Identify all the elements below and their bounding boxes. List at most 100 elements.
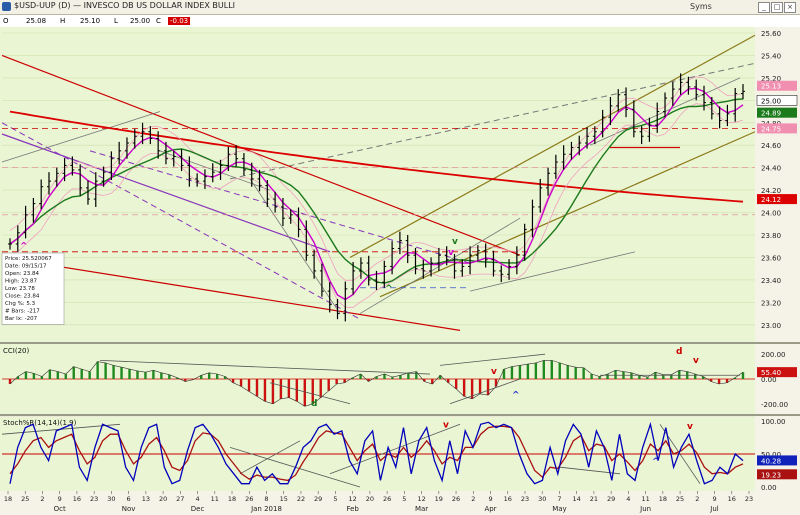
quote-open-value: 25.08 [26, 17, 47, 25]
info-box-line: Date: 09/15/17 [5, 264, 47, 270]
price-marker-v-magenta: v [448, 248, 454, 258]
x-day-label: 2 [471, 495, 475, 503]
x-day-label: 16 [504, 495, 512, 503]
stoch-k-value-text: 40.28 [761, 457, 781, 465]
info-box-line: Chg %: 5.3 [5, 301, 36, 307]
quote-low-value: 25.00 [130, 17, 151, 25]
x-day-label: 4 [195, 495, 199, 503]
x-day-label: 20 [159, 495, 167, 503]
price-label-text: 25.00 [761, 97, 781, 105]
x-month-label: Dec [191, 505, 205, 513]
x-day-label: 19 [435, 495, 443, 503]
x-day-label: 30 [538, 495, 546, 503]
info-box-line: Price: 25.520067 [5, 256, 52, 262]
price-marker-caret-magenta: ^ [20, 241, 28, 251]
x-day-label: 5 [402, 495, 406, 503]
quote-low-label: L [114, 17, 118, 25]
x-day-label: 23 [90, 495, 98, 503]
cci-value-text: 55.40 [761, 369, 781, 377]
x-day-label: 11 [641, 495, 649, 503]
x-month-label: Jul [709, 505, 719, 513]
x-day-label: 12 [417, 495, 425, 503]
stoch-marker-v-1: v [443, 421, 449, 431]
x-month-label: Mar [415, 505, 428, 513]
info-box-line: Low: 23.78 [5, 286, 35, 292]
x-day-label: 18 [228, 495, 236, 503]
price-tick-label: 23.80 [761, 232, 781, 240]
price-label-text: 24.89 [761, 110, 781, 118]
x-day-label: 27 [176, 495, 184, 503]
maximize-icon[interactable]: □ [771, 2, 783, 13]
x-day-label: 26 [452, 495, 460, 503]
x-month-label: Jun [639, 505, 651, 513]
x-day-label: 15 [280, 495, 288, 503]
x-day-label: 21 [590, 495, 598, 503]
x-day-label: 7 [557, 495, 561, 503]
minimize-icon[interactable]: _ [758, 2, 770, 13]
app-icon [2, 2, 11, 11]
x-day-label: 22 [297, 495, 305, 503]
x-day-label: 23 [745, 495, 753, 503]
x-month-label: Nov [122, 505, 136, 513]
x-day-label: 23 [521, 495, 529, 503]
x-day-label: 29 [314, 495, 322, 503]
chart-canvas: 25.6025.4025.2025.0024.8024.6024.4024.20… [0, 27, 800, 515]
cci-marker-d-red: d [676, 347, 682, 357]
x-day-label: 2 [40, 495, 44, 503]
price-tick-label: 24.40 [761, 165, 781, 173]
price-tick-label: 24.00 [761, 210, 781, 218]
cci-title: CCI(20) [3, 347, 29, 355]
quote-high-label: H [60, 17, 66, 25]
info-box-line: High: 23.87 [5, 279, 37, 285]
price-marker-caret-green: ^ [385, 284, 393, 294]
stoch-title: Stoch%R(14,14)(1,9) [3, 419, 77, 427]
x-day-label: 26 [245, 495, 253, 503]
stoch-marker-caret: ^ [652, 457, 660, 467]
cci-tick-label: -200.00 [761, 401, 788, 409]
x-month-label: May [552, 505, 566, 513]
info-box-line: Bar Ix: -207 [5, 316, 38, 322]
brand-label: Syms [690, 2, 712, 11]
cci-marker-v: v [491, 367, 497, 377]
x-day-label: 25 [676, 495, 684, 503]
title-bar: $USD-UUP (D) — INVESCO DB US DOLLAR INDE… [0, 0, 800, 15]
x-day-label: 18 [659, 495, 667, 503]
x-day-label: 11 [211, 495, 219, 503]
cci-tick-label: 0.00 [761, 376, 777, 384]
quote-change-label: C [156, 17, 161, 25]
close-icon[interactable]: × [784, 2, 796, 13]
price-tick-label: 24.60 [761, 142, 781, 150]
x-day-label: 13 [142, 495, 150, 503]
x-day-label: 30 [107, 495, 115, 503]
x-day-label: 9 [488, 495, 492, 503]
cci-marker-caret: ^ [512, 391, 520, 401]
price-tick-label: 23.00 [761, 322, 781, 330]
window-title: $USD-UUP (D) — INVESCO DB US DOLLAR INDE… [14, 1, 236, 10]
x-day-label: 25 [21, 495, 29, 503]
price-tick-label: 23.20 [761, 299, 781, 307]
x-day-label: 9 [58, 495, 62, 503]
x-month-label: Oct [54, 505, 66, 513]
x-day-label: 16 [728, 495, 736, 503]
cci-tick-label: 200.00 [761, 351, 786, 359]
x-day-label: 8 [264, 495, 268, 503]
x-day-label: 9 [712, 495, 716, 503]
x-day-label: 5 [333, 495, 337, 503]
price-tick-label: 24.20 [761, 187, 781, 195]
x-day-label: 12 [349, 495, 357, 503]
price-marker-v-green: v [452, 237, 458, 247]
price-tick-label: 23.60 [761, 254, 781, 262]
stoch-marker-v-2: v [687, 422, 693, 432]
info-box-line: # Bars: -217 [5, 309, 40, 315]
info-box-line: Close: 23.84 [5, 294, 40, 300]
quote-open-label: O [3, 17, 9, 25]
x-day-label: 2 [695, 495, 699, 503]
x-month-label: Apr [484, 505, 496, 513]
stoch-tick-label: 0.00 [761, 484, 777, 492]
price-label-text: 24.75 [761, 125, 781, 133]
quote-high-value: 25.10 [80, 17, 101, 25]
x-day-label: 18 [4, 495, 12, 503]
stoch-d-value-text: 19.23 [761, 471, 781, 479]
info-box-line: Open: 23.84 [5, 271, 40, 277]
x-day-label: 26 [383, 495, 391, 503]
